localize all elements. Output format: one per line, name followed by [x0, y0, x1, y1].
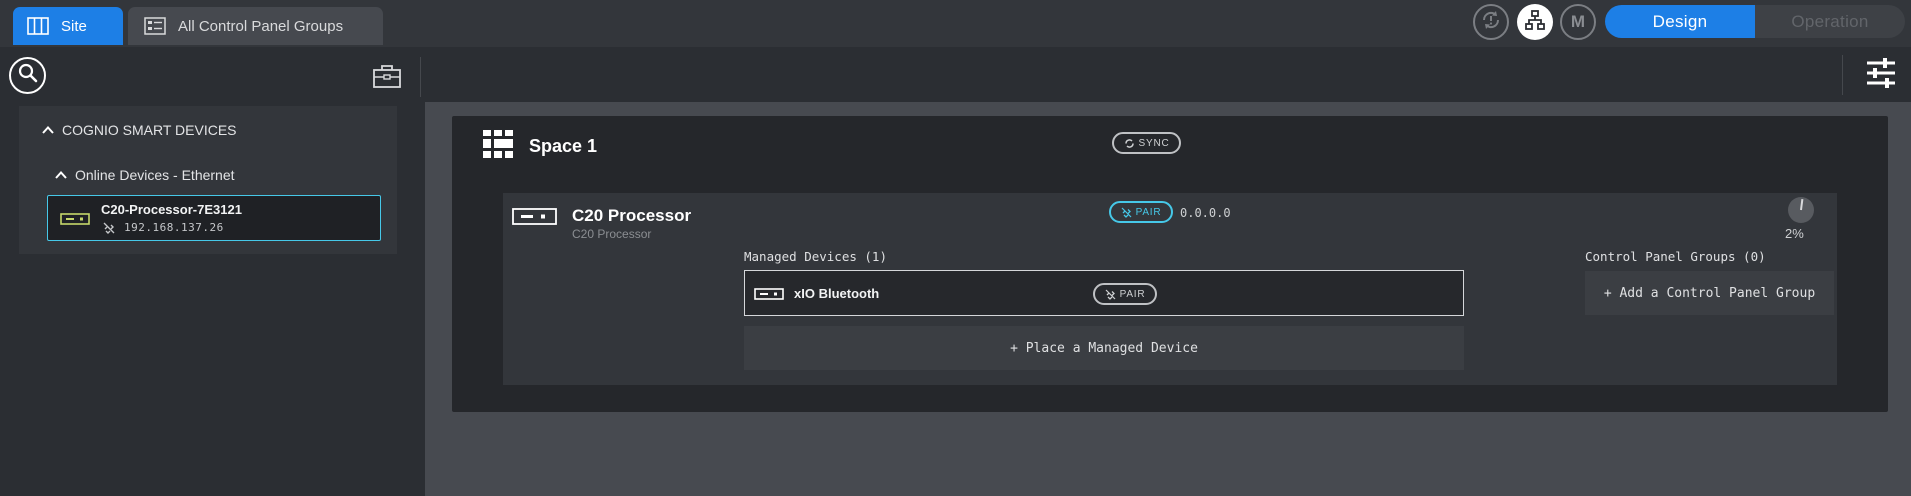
unlinked-icon: [1105, 289, 1116, 300]
m-icon: M: [1570, 12, 1586, 31]
tree-subgroup-label: Online Devices - Ethernet: [75, 167, 235, 183]
tab-site-label: Site: [61, 17, 87, 35]
sync-label: SYNC: [1138, 137, 1170, 149]
managed-devices-label: Managed Devices (1): [744, 249, 887, 264]
network-button[interactable]: [1517, 4, 1553, 40]
tab-groups-label: All Control Panel Groups: [178, 17, 344, 35]
tab-all-control-panel-groups[interactable]: All Control Panel Groups: [128, 7, 383, 45]
search-icon: [17, 62, 39, 89]
device-card-c20[interactable]: C20-Processor-7E3121 192.168.137.26: [47, 195, 381, 241]
control-panel-groups-label: Control Panel Groups (0): [1585, 249, 1766, 264]
design-mode-button[interactable]: Design: [1605, 5, 1755, 38]
processor-title: C20 Processor: [572, 206, 692, 225]
device-ip: 192.168.137.26: [124, 221, 224, 234]
sync-alert-button[interactable]: [1473, 4, 1509, 40]
managed-device-name: xIO Bluetooth: [794, 286, 880, 301]
processor-icon: [512, 208, 557, 225]
processor-ip: 0.0.0.0: [1180, 206, 1231, 220]
unlinked-icon: [103, 221, 115, 234]
place-managed-device-button[interactable]: + Place a Managed Device: [744, 326, 1464, 370]
m-button[interactable]: M: [1560, 4, 1596, 40]
device-icon: [754, 287, 784, 300]
space-title: Space 1: [529, 136, 598, 156]
unlinked-icon: [1121, 207, 1132, 218]
gauge-needle: [1800, 198, 1804, 211]
sync-alert-icon: [1480, 9, 1502, 36]
progress-gauge: [1788, 197, 1814, 223]
operation-mode-button[interactable]: Operation: [1755, 5, 1905, 38]
tree-group-label: COGNIO SMART DEVICES: [62, 122, 237, 138]
toolbox-icon[interactable]: [372, 63, 402, 89]
toolbar-divider: [420, 57, 421, 97]
space-card: Space 1 SYNC C20 Processor C20 Processor…: [452, 116, 1888, 412]
site-map-icon: [27, 17, 49, 35]
pair-button[interactable]: PAIR: [1109, 201, 1173, 223]
top-bar: Site All Control Panel Groups M Design O…: [0, 0, 1911, 47]
chevron-up-icon: [42, 124, 54, 136]
sidebar: COGNIO SMART DEVICES Online Devices - Et…: [0, 47, 425, 496]
managed-pair-button[interactable]: PAIR: [1093, 283, 1157, 305]
main-canvas: Space 1 SYNC C20 Processor C20 Processor…: [425, 102, 1911, 496]
sync-button[interactable]: SYNC: [1112, 132, 1181, 154]
processor-icon: [60, 212, 90, 225]
sync-icon: [1124, 138, 1135, 149]
tab-site[interactable]: Site: [13, 7, 123, 45]
add-control-panel-group-button[interactable]: + Add a Control Panel Group: [1585, 271, 1834, 315]
filter-settings-icon[interactable]: [1865, 57, 1897, 89]
managed-pair-label: PAIR: [1119, 288, 1146, 300]
main-toolbar: [425, 47, 1911, 102]
space-grid-icon: [482, 129, 514, 159]
pair-label: PAIR: [1135, 206, 1162, 218]
device-tree: COGNIO SMART DEVICES Online Devices - Et…: [19, 106, 397, 254]
tree-group-cognio[interactable]: COGNIO SMART DEVICES: [42, 122, 237, 138]
processor-subtitle: C20 Processor: [572, 227, 652, 241]
managed-device-row[interactable]: xIO Bluetooth PAIR: [744, 270, 1464, 316]
network-icon: [1524, 9, 1546, 36]
toolbar-divider: [1842, 55, 1843, 95]
control-panel-icon: [144, 17, 166, 35]
progress-label: 2%: [1785, 226, 1804, 241]
device-name: C20-Processor-7E3121: [101, 202, 242, 217]
chevron-up-icon: [55, 169, 67, 181]
processor-card: C20 Processor C20 Processor PAIR 0.0.0.0…: [503, 193, 1837, 385]
search-button[interactable]: [9, 57, 46, 94]
tree-subgroup-online[interactable]: Online Devices - Ethernet: [55, 167, 235, 183]
